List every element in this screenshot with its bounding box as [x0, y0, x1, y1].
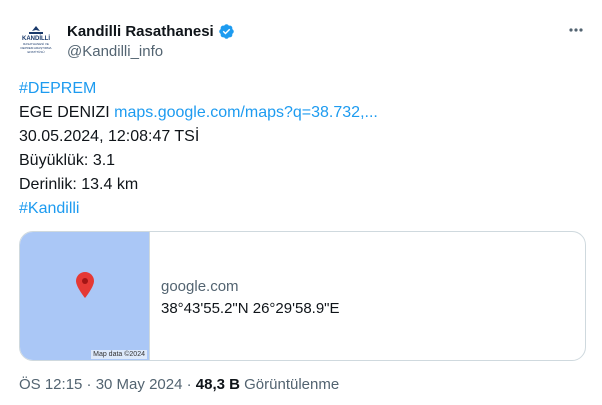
depth-text: Derinlik: 13.4 km: [19, 176, 139, 193]
author-handle[interactable]: @Kandilli_info: [67, 43, 163, 60]
avatar[interactable]: KANDİLLİ RASATHANESİ VE DEPREM ARAŞTIRMA…: [16, 22, 56, 62]
timestamp-link[interactable]: ÖS 12:15 · 30 May 2024 ·: [19, 376, 196, 393]
location-text: EGE DENIZI: [19, 104, 115, 121]
avatar-text-4: ENSTİTÜSÜ: [27, 49, 44, 54]
tweet: KANDİLLİ RASATHANESİ VE DEPREM ARAŞTIRMA…: [0, 0, 602, 405]
card-domain: google.com: [161, 278, 239, 295]
hashtag-deprem-link[interactable]: #DEPREM: [19, 80, 96, 97]
magnitude-text: Büyüklük: 3.1: [19, 152, 116, 169]
map-thumbnail: Map data ©2024: [20, 232, 150, 360]
link-preview-card[interactable]: Map data ©2024 google.com 38°43'55.2"N 2…: [19, 231, 586, 361]
map-pin-icon: [76, 272, 94, 298]
views-count: 48,3 B: [195, 376, 240, 393]
datetime-text: 30.05.2024, 12:08:47 TSİ: [19, 128, 200, 145]
verified-badge-icon: [218, 24, 234, 39]
maps-link[interactable]: maps.google.com/maps?q=38.732,...: [114, 104, 378, 121]
views-label: Görüntülenme: [239, 376, 340, 393]
card-title: 38°43'55.2"N 26°29'58.9"E: [161, 300, 340, 317]
tweet-meta: ÖS 12:15 · 30 May 2024 · 48,3 B Görüntül…: [19, 376, 339, 393]
kandilli-logo-icon: KANDİLLİ RASATHANESİ VE DEPREM ARAŞTIRMA…: [16, 22, 56, 62]
hashtag-kandilli-link[interactable]: #Kandilli: [19, 200, 79, 217]
avatar-text-1: KANDİLLİ: [22, 35, 50, 42]
more-horizontal-icon: [569, 28, 583, 32]
tweet-text: #DEPREM EGE DENIZI maps.google.com/maps?…: [19, 77, 584, 221]
author-name-row: Kandilli Rasathanesi: [67, 23, 235, 40]
more-options-button[interactable]: [568, 22, 584, 41]
author-display-name[interactable]: Kandilli Rasathanesi: [67, 23, 214, 40]
map-credit: Map data ©2024: [91, 350, 147, 359]
